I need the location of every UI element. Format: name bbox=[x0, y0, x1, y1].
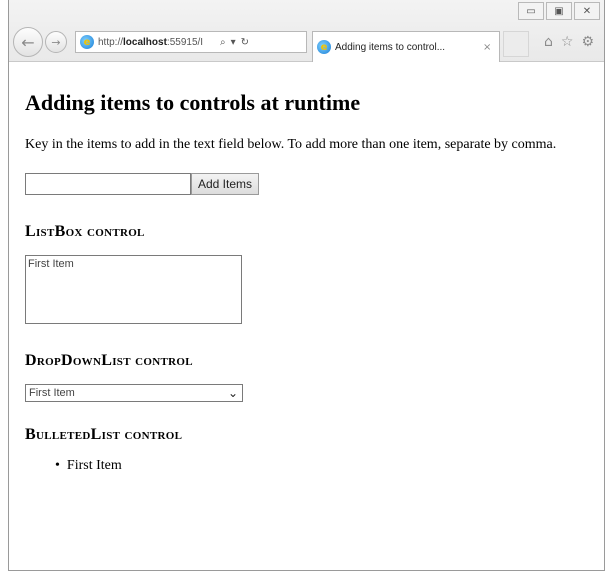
close-window-button[interactable]: ✕ bbox=[574, 2, 600, 20]
listbox-control[interactable]: First Item bbox=[25, 255, 242, 324]
minimize-button[interactable]: ▭ bbox=[518, 2, 544, 20]
chevron-down-icon[interactable]: ⌄ bbox=[228, 386, 238, 400]
address-tools: ⌕ ▾ ↻ bbox=[220, 37, 249, 48]
new-tab-button[interactable] bbox=[503, 31, 529, 57]
add-items-row: Add Items bbox=[25, 173, 595, 195]
tab-title: Adding items to control... bbox=[335, 41, 446, 53]
favorites-star-icon[interactable]: ☆ bbox=[561, 34, 574, 50]
dropdown-selected-value: First Item bbox=[29, 387, 75, 399]
page-content: Adding items to controls at runtime Key … bbox=[25, 90, 595, 474]
browser-chrome: ▭ ▣ ✕ ← → e http://localhost:55915/I ⌕ ▾… bbox=[9, 0, 604, 62]
window-controls: ▭ ▣ ✕ bbox=[518, 2, 600, 20]
back-button[interactable]: ← bbox=[13, 27, 43, 57]
dropdownlist-control[interactable]: First Item ⌄ bbox=[25, 384, 243, 402]
bulleted-list: First Item bbox=[25, 458, 595, 474]
bulleted-heading: BulletedList control bbox=[25, 426, 183, 443]
refresh-icon[interactable]: ↻ bbox=[241, 37, 249, 48]
browser-window: ▭ ▣ ✕ ← → e http://localhost:55915/I ⌕ ▾… bbox=[8, 0, 605, 571]
items-text-field[interactable] bbox=[25, 173, 191, 195]
listbox-heading: ListBox control bbox=[25, 223, 145, 240]
back-arrow-icon: ← bbox=[21, 32, 35, 52]
tab-close-icon[interactable]: × bbox=[483, 42, 491, 53]
gear-icon[interactable]: ⚙ bbox=[581, 34, 594, 50]
toolbar-icons: ⌂ ☆ ⚙ bbox=[544, 34, 594, 50]
url-text: http://localhost:55915/I bbox=[98, 36, 204, 48]
search-icon[interactable]: ⌕ bbox=[220, 37, 226, 48]
ie-logo-icon: e bbox=[80, 35, 94, 49]
add-items-button[interactable]: Add Items bbox=[191, 173, 260, 195]
intro-text: Key in the items to add in the text fiel… bbox=[25, 137, 557, 152]
dropdown-arrow-icon[interactable]: ▾ bbox=[231, 37, 236, 48]
home-icon[interactable]: ⌂ bbox=[544, 34, 553, 50]
restore-button[interactable]: ▣ bbox=[546, 2, 572, 20]
list-item: First Item bbox=[55, 458, 595, 474]
forward-arrow-icon: → bbox=[51, 35, 61, 49]
tab-ie-icon: e bbox=[317, 40, 331, 54]
page-title: Adding items to controls at runtime bbox=[25, 90, 361, 115]
dropdown-heading: DropDownList control bbox=[25, 352, 193, 369]
address-bar[interactable]: e http://localhost:55915/I ⌕ ▾ ↻ bbox=[75, 31, 307, 53]
tab-active[interactable]: e Adding items to control... × bbox=[312, 31, 500, 62]
listbox-item[interactable]: First Item bbox=[28, 258, 239, 270]
forward-button[interactable]: → bbox=[45, 31, 67, 53]
